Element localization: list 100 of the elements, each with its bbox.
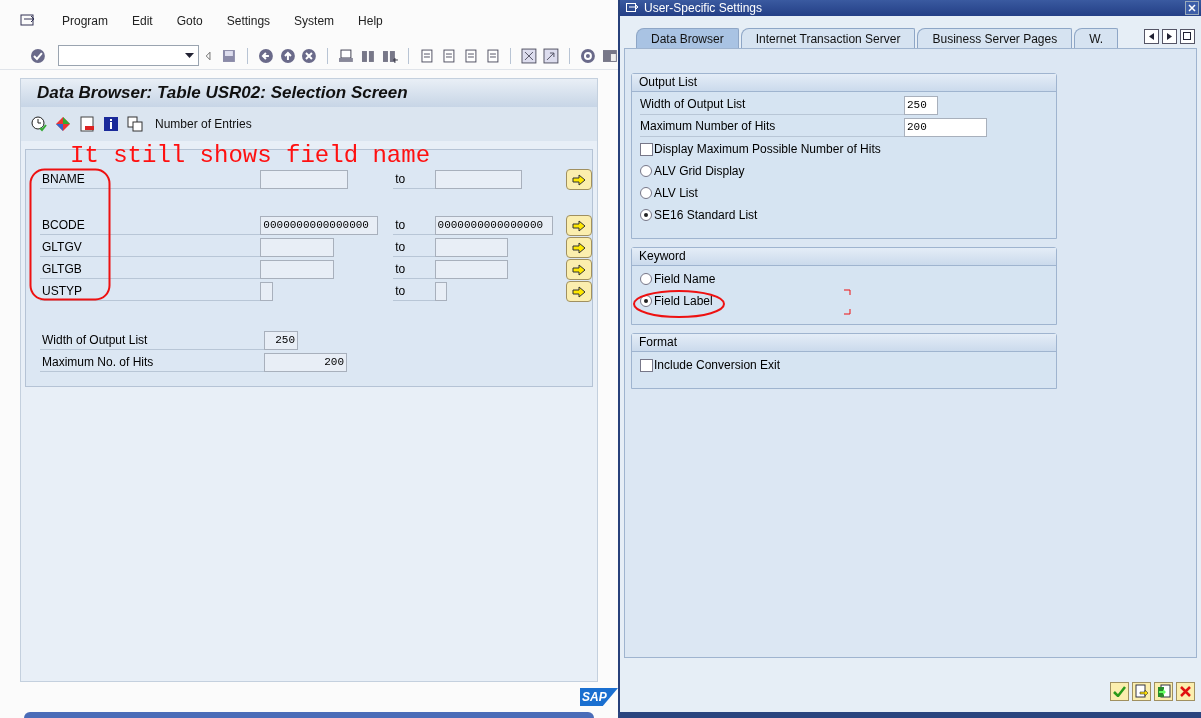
input-field[interactable] <box>260 238 335 257</box>
info-icon[interactable] <box>103 116 119 132</box>
right-triangle-icon <box>1167 33 1172 40</box>
option-label: Maximum No. of Hits <box>40 353 264 372</box>
new-session-icon[interactable] <box>521 47 538 64</box>
radio-label: ALV List <box>654 185 698 202</box>
multiple-selection-button[interactable] <box>566 281 593 302</box>
radio-label: Field Label <box>654 293 713 310</box>
window-list-icon <box>1183 32 1192 41</box>
sap-logo: SAP <box>580 688 618 706</box>
setting-input-field[interactable]: 250 <box>904 95 938 115</box>
range-to-label: to <box>393 238 435 257</box>
radio-label: ALV Grid Display <box>654 163 745 180</box>
menu-item[interactable]: Help <box>358 12 383 30</box>
focus-corners-drawing <box>844 289 851 315</box>
field-name-label: GLTGV <box>40 238 261 257</box>
print-icon[interactable] <box>338 47 355 64</box>
cancel-icon <box>1180 685 1191 697</box>
radio-button[interactable] <box>640 209 652 221</box>
range-to-label: to <box>393 170 435 189</box>
input-field[interactable]: 0000000000000000 <box>434 216 553 235</box>
checkbox-label: Display Maximum Possible Number of Hits <box>654 141 881 158</box>
number-of-entries-button[interactable]: Number of Entries <box>155 115 252 133</box>
input-field[interactable] <box>434 170 523 189</box>
dialog-menu-icon[interactable] <box>626 2 640 14</box>
transfer-button[interactable] <box>1154 681 1173 701</box>
input-field[interactable]: 200 <box>264 353 347 372</box>
menu-item[interactable]: System <box>294 12 335 30</box>
exit-icon[interactable] <box>279 47 296 64</box>
dialog-title: User-Specific Settings <box>644 1 763 15</box>
confirm-button[interactable] <box>1110 681 1129 701</box>
field-name-label: BCODE <box>40 216 261 235</box>
checkbox[interactable] <box>640 142 653 156</box>
input-field[interactable] <box>434 282 448 301</box>
multiple-selection-button[interactable] <box>566 215 592 236</box>
document-arrow-in-icon <box>1156 684 1171 698</box>
arrow-icon <box>572 173 587 186</box>
help-icon[interactable] <box>580 47 597 64</box>
input-field[interactable] <box>260 260 335 279</box>
checkbox[interactable] <box>640 358 653 372</box>
menu-item[interactable]: Goto <box>176 12 203 30</box>
diamond-icon[interactable] <box>55 116 71 132</box>
multiple-selection-button[interactable] <box>566 259 592 280</box>
dropdown-caret-icon[interactable] <box>184 53 194 58</box>
back-icon[interactable] <box>257 47 274 64</box>
input-field[interactable] <box>434 260 509 279</box>
layout-icon[interactable] <box>602 47 618 64</box>
setting-label: Width of Output List <box>640 95 904 115</box>
group-title: Output List <box>639 75 698 89</box>
arrow-icon <box>572 241 587 254</box>
checkmark-icon <box>1113 685 1126 697</box>
menu-item[interactable]: Program <box>62 12 108 30</box>
range-to-label: to <box>393 282 435 301</box>
tab[interactable]: W. <box>1074 28 1119 48</box>
field-name-label: USTYP <box>40 282 261 301</box>
field-name-label: GLTGB <box>40 260 261 279</box>
execute-icon[interactable] <box>31 116 47 132</box>
setting-label: Maximum Number of Hits <box>640 117 904 137</box>
input-field[interactable]: 250 <box>264 331 298 350</box>
cancel-button[interactable] <box>1176 681 1195 701</box>
setting-input-field[interactable]: 200 <box>904 117 987 137</box>
shortcut-icon[interactable] <box>543 47 560 64</box>
left-triangle-icon <box>1149 33 1154 40</box>
input-field[interactable] <box>260 282 274 301</box>
tab-list-button[interactable] <box>1180 29 1195 44</box>
copy-icon[interactable] <box>127 116 143 132</box>
radio-label: SE16 Standard List <box>654 207 758 224</box>
document-arrow-icon <box>1134 684 1149 698</box>
tab[interactable]: Data Browser <box>636 28 739 48</box>
input-field[interactable] <box>260 170 348 189</box>
cancel-icon[interactable] <box>301 47 318 64</box>
copy-button[interactable] <box>1132 681 1151 701</box>
radio-button[interactable] <box>640 165 652 177</box>
annotation-text: It still shows field name <box>70 142 431 170</box>
range-to-label: to <box>393 260 435 279</box>
tab[interactable]: Business Server Pages <box>917 28 1073 48</box>
arrow-icon <box>572 263 587 276</box>
menu-item[interactable]: Settings <box>226 12 271 30</box>
input-field[interactable] <box>434 238 509 257</box>
scroll-right-button[interactable] <box>1162 29 1177 44</box>
radio-button[interactable] <box>640 273 652 285</box>
tab[interactable]: Internet Transaction Server <box>740 28 916 48</box>
group-title: Keyword <box>639 249 686 263</box>
command-field[interactable] <box>57 45 199 66</box>
close-button[interactable] <box>1185 1 1199 15</box>
radio-label: Field Name <box>654 271 716 288</box>
close-icon <box>1188 4 1196 12</box>
list-icon[interactable] <box>79 116 95 132</box>
menu-item[interactable]: Edit <box>132 12 153 30</box>
range-to-label: to <box>393 216 435 235</box>
radio-button[interactable] <box>640 187 652 199</box>
multiple-selection-button[interactable] <box>566 237 592 258</box>
multiple-selection-button[interactable] <box>566 169 592 190</box>
option-label: Width of Output List <box>40 331 264 350</box>
input-field[interactable]: 0000000000000000 <box>260 216 379 235</box>
checkbox-label: Include Conversion Exit <box>654 357 781 374</box>
save-icon[interactable] <box>220 47 237 64</box>
scroll-left-button[interactable] <box>1144 29 1159 44</box>
arrow-icon <box>572 219 587 232</box>
enter-icon[interactable] <box>30 47 46 64</box>
